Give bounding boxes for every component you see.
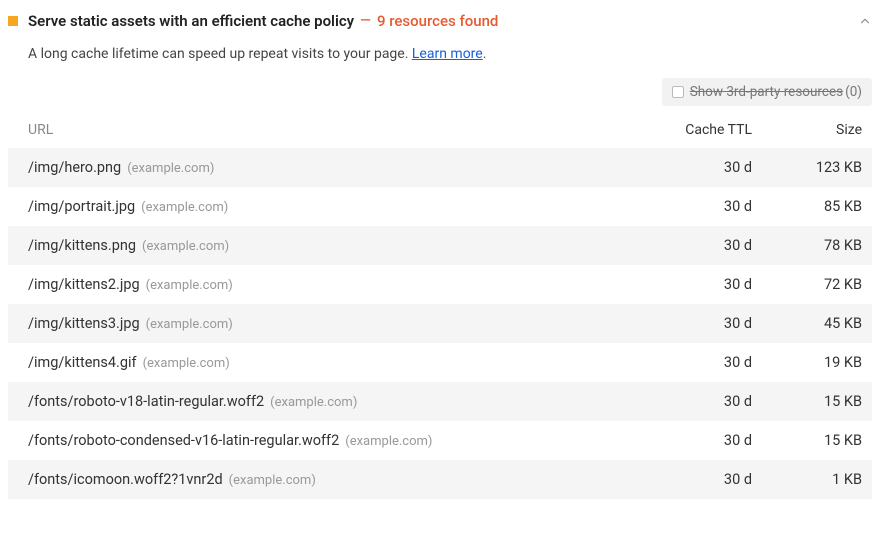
url-domain: (example.com) <box>345 434 432 449</box>
table-row[interactable]: /img/kittens4.gif (example.com) 30 d19 KB <box>8 343 872 382</box>
audit-resource-count: 9 resources found <box>377 12 498 30</box>
cell-ttl: 30 d <box>632 315 752 332</box>
cell-url: /img/kittens4.gif (example.com) <box>28 354 632 371</box>
url-domain: (example.com) <box>146 317 233 332</box>
checkbox-icon <box>672 86 684 98</box>
cell-ttl: 30 d <box>632 354 752 371</box>
audit-description-text: A long cache lifetime can speed up repea… <box>28 46 412 62</box>
cell-ttl: 30 d <box>632 432 752 449</box>
table-row[interactable]: /img/kittens3.jpg (example.com) 30 d45 KB <box>8 304 872 343</box>
third-party-count: (0) <box>845 84 862 100</box>
cell-ttl: 30 d <box>632 471 752 488</box>
cell-ttl: 30 d <box>632 198 752 215</box>
cell-size: 72 KB <box>752 276 862 293</box>
url-path: /fonts/icomoon.woff2?1vnr2d <box>28 471 223 488</box>
cell-size: 78 KB <box>752 237 862 254</box>
cell-url: /img/kittens2.jpg (example.com) <box>28 276 632 293</box>
table-body: /img/hero.png(example.com)30 d123 KB/img… <box>8 148 872 499</box>
cell-ttl: 30 d <box>632 276 752 293</box>
cell-size: 15 KB <box>752 393 862 410</box>
table-row[interactable]: /img/hero.png (example.com) 30 d123 KB <box>8 148 872 187</box>
learn-more-link[interactable]: Learn more <box>412 46 483 62</box>
audit-title: Serve static assets with an efficient ca… <box>28 12 354 30</box>
table-header: URL Cache TTL Size <box>8 112 872 148</box>
third-party-filter-row: Show 3rd-party resources (0) <box>8 76 872 112</box>
url-path: /img/kittens3.jpg <box>28 315 140 332</box>
audit-description-period: . <box>483 46 487 62</box>
table-row[interactable]: /img/portrait.jpg (example.com) 30 d85 KB <box>8 187 872 226</box>
url-domain: (example.com) <box>146 278 233 293</box>
url-domain: (example.com) <box>127 161 214 176</box>
cell-size: 1 KB <box>752 471 862 488</box>
cell-url: /img/hero.png (example.com) <box>28 159 632 176</box>
url-path: /img/kittens4.gif <box>28 354 137 371</box>
cell-ttl: 30 d <box>632 393 752 410</box>
url-path: /img/portrait.jpg <box>28 198 135 215</box>
url-domain: (example.com) <box>143 356 230 371</box>
cell-url: /fonts/icomoon.woff2?1vnr2d (example.com) <box>28 471 632 488</box>
third-party-label: Show 3rd-party resources <box>690 84 843 100</box>
column-header-size[interactable]: Size <box>752 122 862 138</box>
cell-size: 19 KB <box>752 354 862 371</box>
chevron-up-icon <box>858 14 872 28</box>
audit-panel: Serve static assets with an efficient ca… <box>0 8 880 499</box>
url-domain: (example.com) <box>141 200 228 215</box>
url-path: /fonts/roboto-v18-latin-regular.woff2 <box>28 393 264 410</box>
table-row[interactable]: /img/kittens.png (example.com) 30 d78 KB <box>8 226 872 265</box>
cell-url: /img/kittens3.jpg (example.com) <box>28 315 632 332</box>
url-path: /img/kittens2.jpg <box>28 276 140 293</box>
url-domain: (example.com) <box>142 239 229 254</box>
column-header-url[interactable]: URL <box>28 122 632 138</box>
url-path: /img/hero.png <box>28 159 121 176</box>
cell-size: 45 KB <box>752 315 862 332</box>
cell-url: /fonts/roboto-condensed-v16-latin-regula… <box>28 432 632 449</box>
url-domain: (example.com) <box>270 395 357 410</box>
cell-url: /fonts/roboto-v18-latin-regular.woff2 (ex… <box>28 393 632 410</box>
table-row[interactable]: /fonts/roboto-condensed-v16-latin-regula… <box>8 421 872 460</box>
severity-badge-icon <box>8 16 18 26</box>
url-domain: (example.com) <box>229 473 316 488</box>
table-row[interactable]: /img/kittens2.jpg (example.com) 30 d72 KB <box>8 265 872 304</box>
cell-size: 123 KB <box>752 159 862 176</box>
audit-description: A long cache lifetime can speed up repea… <box>8 40 872 76</box>
table-row[interactable]: /fonts/roboto-v18-latin-regular.woff2 (ex… <box>8 382 872 421</box>
third-party-toggle[interactable]: Show 3rd-party resources (0) <box>662 78 872 106</box>
table-row[interactable]: /fonts/icomoon.woff2?1vnr2d (example.com)… <box>8 460 872 499</box>
cell-url: /img/portrait.jpg (example.com) <box>28 198 632 215</box>
separator-dash: — <box>354 13 377 29</box>
resources-table: URL Cache TTL Size /img/hero.png (example… <box>8 112 872 499</box>
audit-header[interactable]: Serve static assets with an efficient ca… <box>8 8 872 40</box>
cell-size: 15 KB <box>752 432 862 449</box>
url-path: /fonts/roboto-condensed-v16-latin-regula… <box>28 432 339 449</box>
column-header-ttl[interactable]: Cache TTL <box>632 122 752 138</box>
cell-url: /img/kittens.png (example.com) <box>28 237 632 254</box>
cell-size: 85 KB <box>752 198 862 215</box>
cell-ttl: 30 d <box>632 237 752 254</box>
url-path: /img/kittens.png <box>28 237 136 254</box>
cell-ttl: 30 d <box>632 159 752 176</box>
